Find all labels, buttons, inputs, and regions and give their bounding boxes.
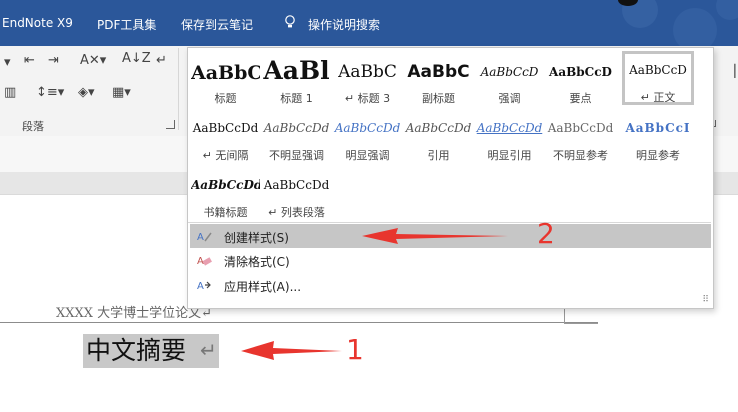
annotation-overlay xyxy=(241,228,508,360)
arrow-1 xyxy=(241,341,342,360)
arrow-2 xyxy=(362,228,508,244)
annotation-number-2: 2 xyxy=(537,217,555,250)
annotation-number-1: 1 xyxy=(346,333,364,366)
